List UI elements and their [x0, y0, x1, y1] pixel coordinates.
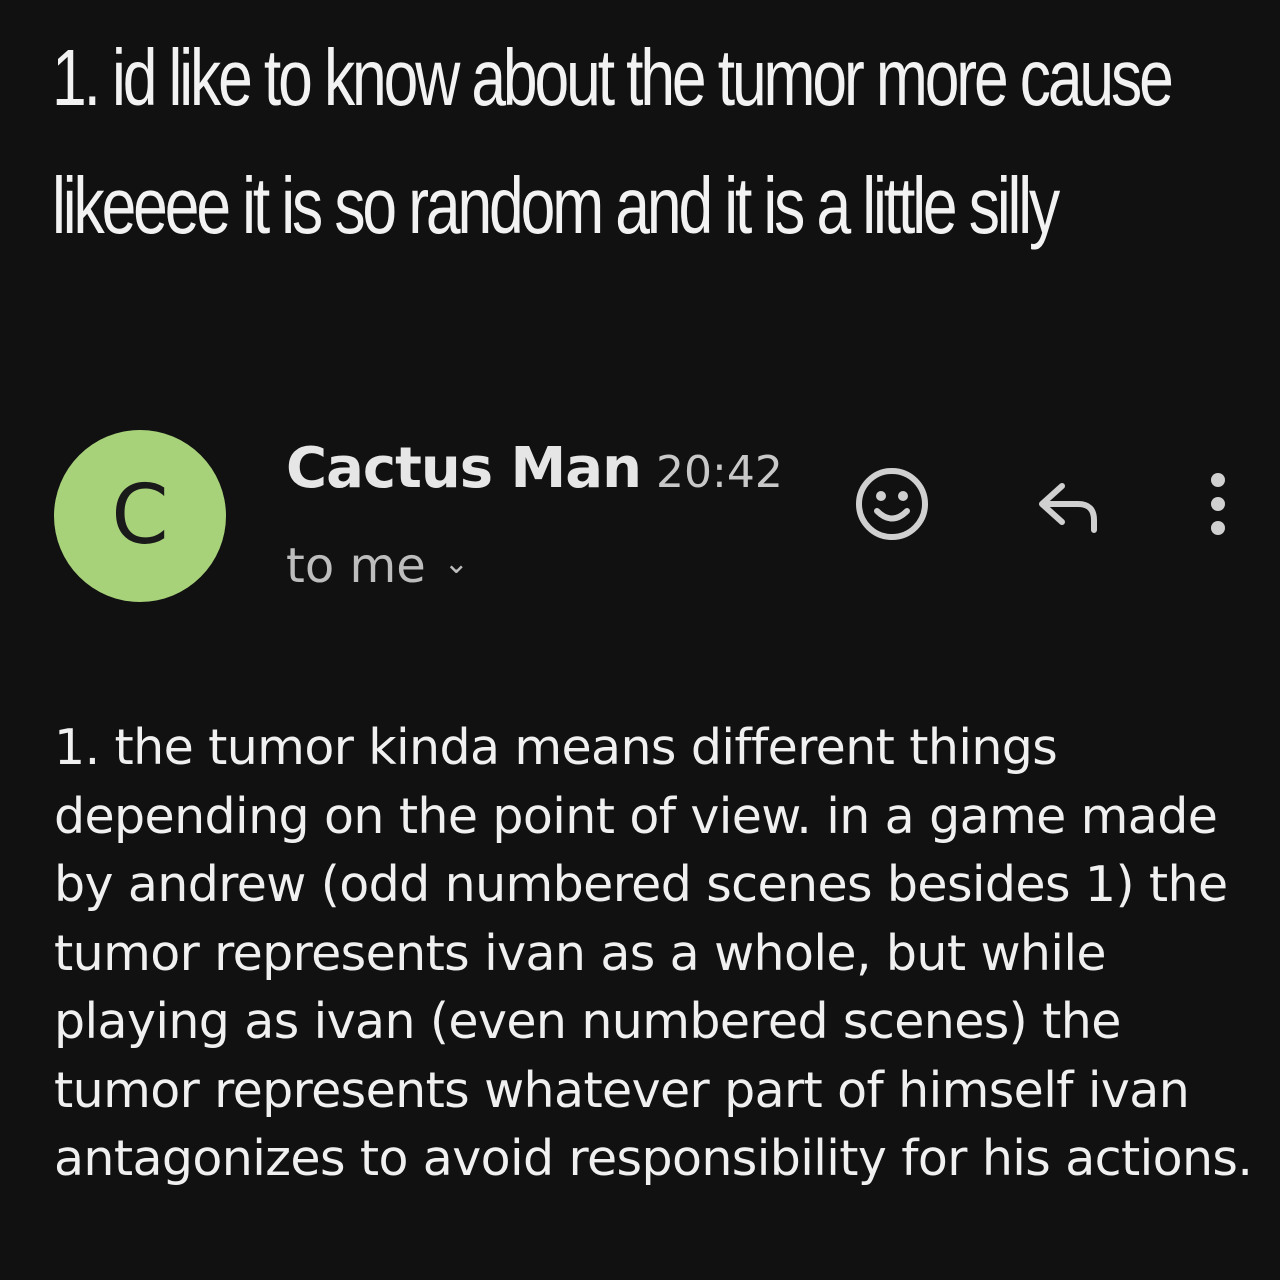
email-view: 1. id like to know about the tumor more … [0, 0, 1280, 1280]
reply-icon [1039, 483, 1097, 533]
more-options-button[interactable] [1178, 464, 1258, 544]
avatar[interactable]: C [54, 430, 226, 602]
message-body: 1. the tumor kinda means different thing… [54, 719, 1253, 1187]
reply-button[interactable] [1028, 464, 1108, 544]
more-vert-icon [1211, 473, 1225, 535]
recipient-toggle[interactable]: to me ⌄ [286, 538, 469, 594]
chevron-down-icon: ⌄ [443, 545, 469, 581]
sender-name[interactable]: Cactus Man [286, 436, 642, 501]
message-header: C Cactus Man 20:42 to me ⌄ [54, 430, 1254, 602]
quoted-message: 1. id like to know about the tumor more … [52, 33, 1174, 250]
recipient-label: to me [286, 538, 426, 594]
sender-line: Cactus Man 20:42 [286, 436, 783, 501]
message-time: 20:42 [656, 447, 783, 498]
add-reaction-button[interactable] [852, 464, 932, 544]
smiley-icon [856, 468, 928, 540]
